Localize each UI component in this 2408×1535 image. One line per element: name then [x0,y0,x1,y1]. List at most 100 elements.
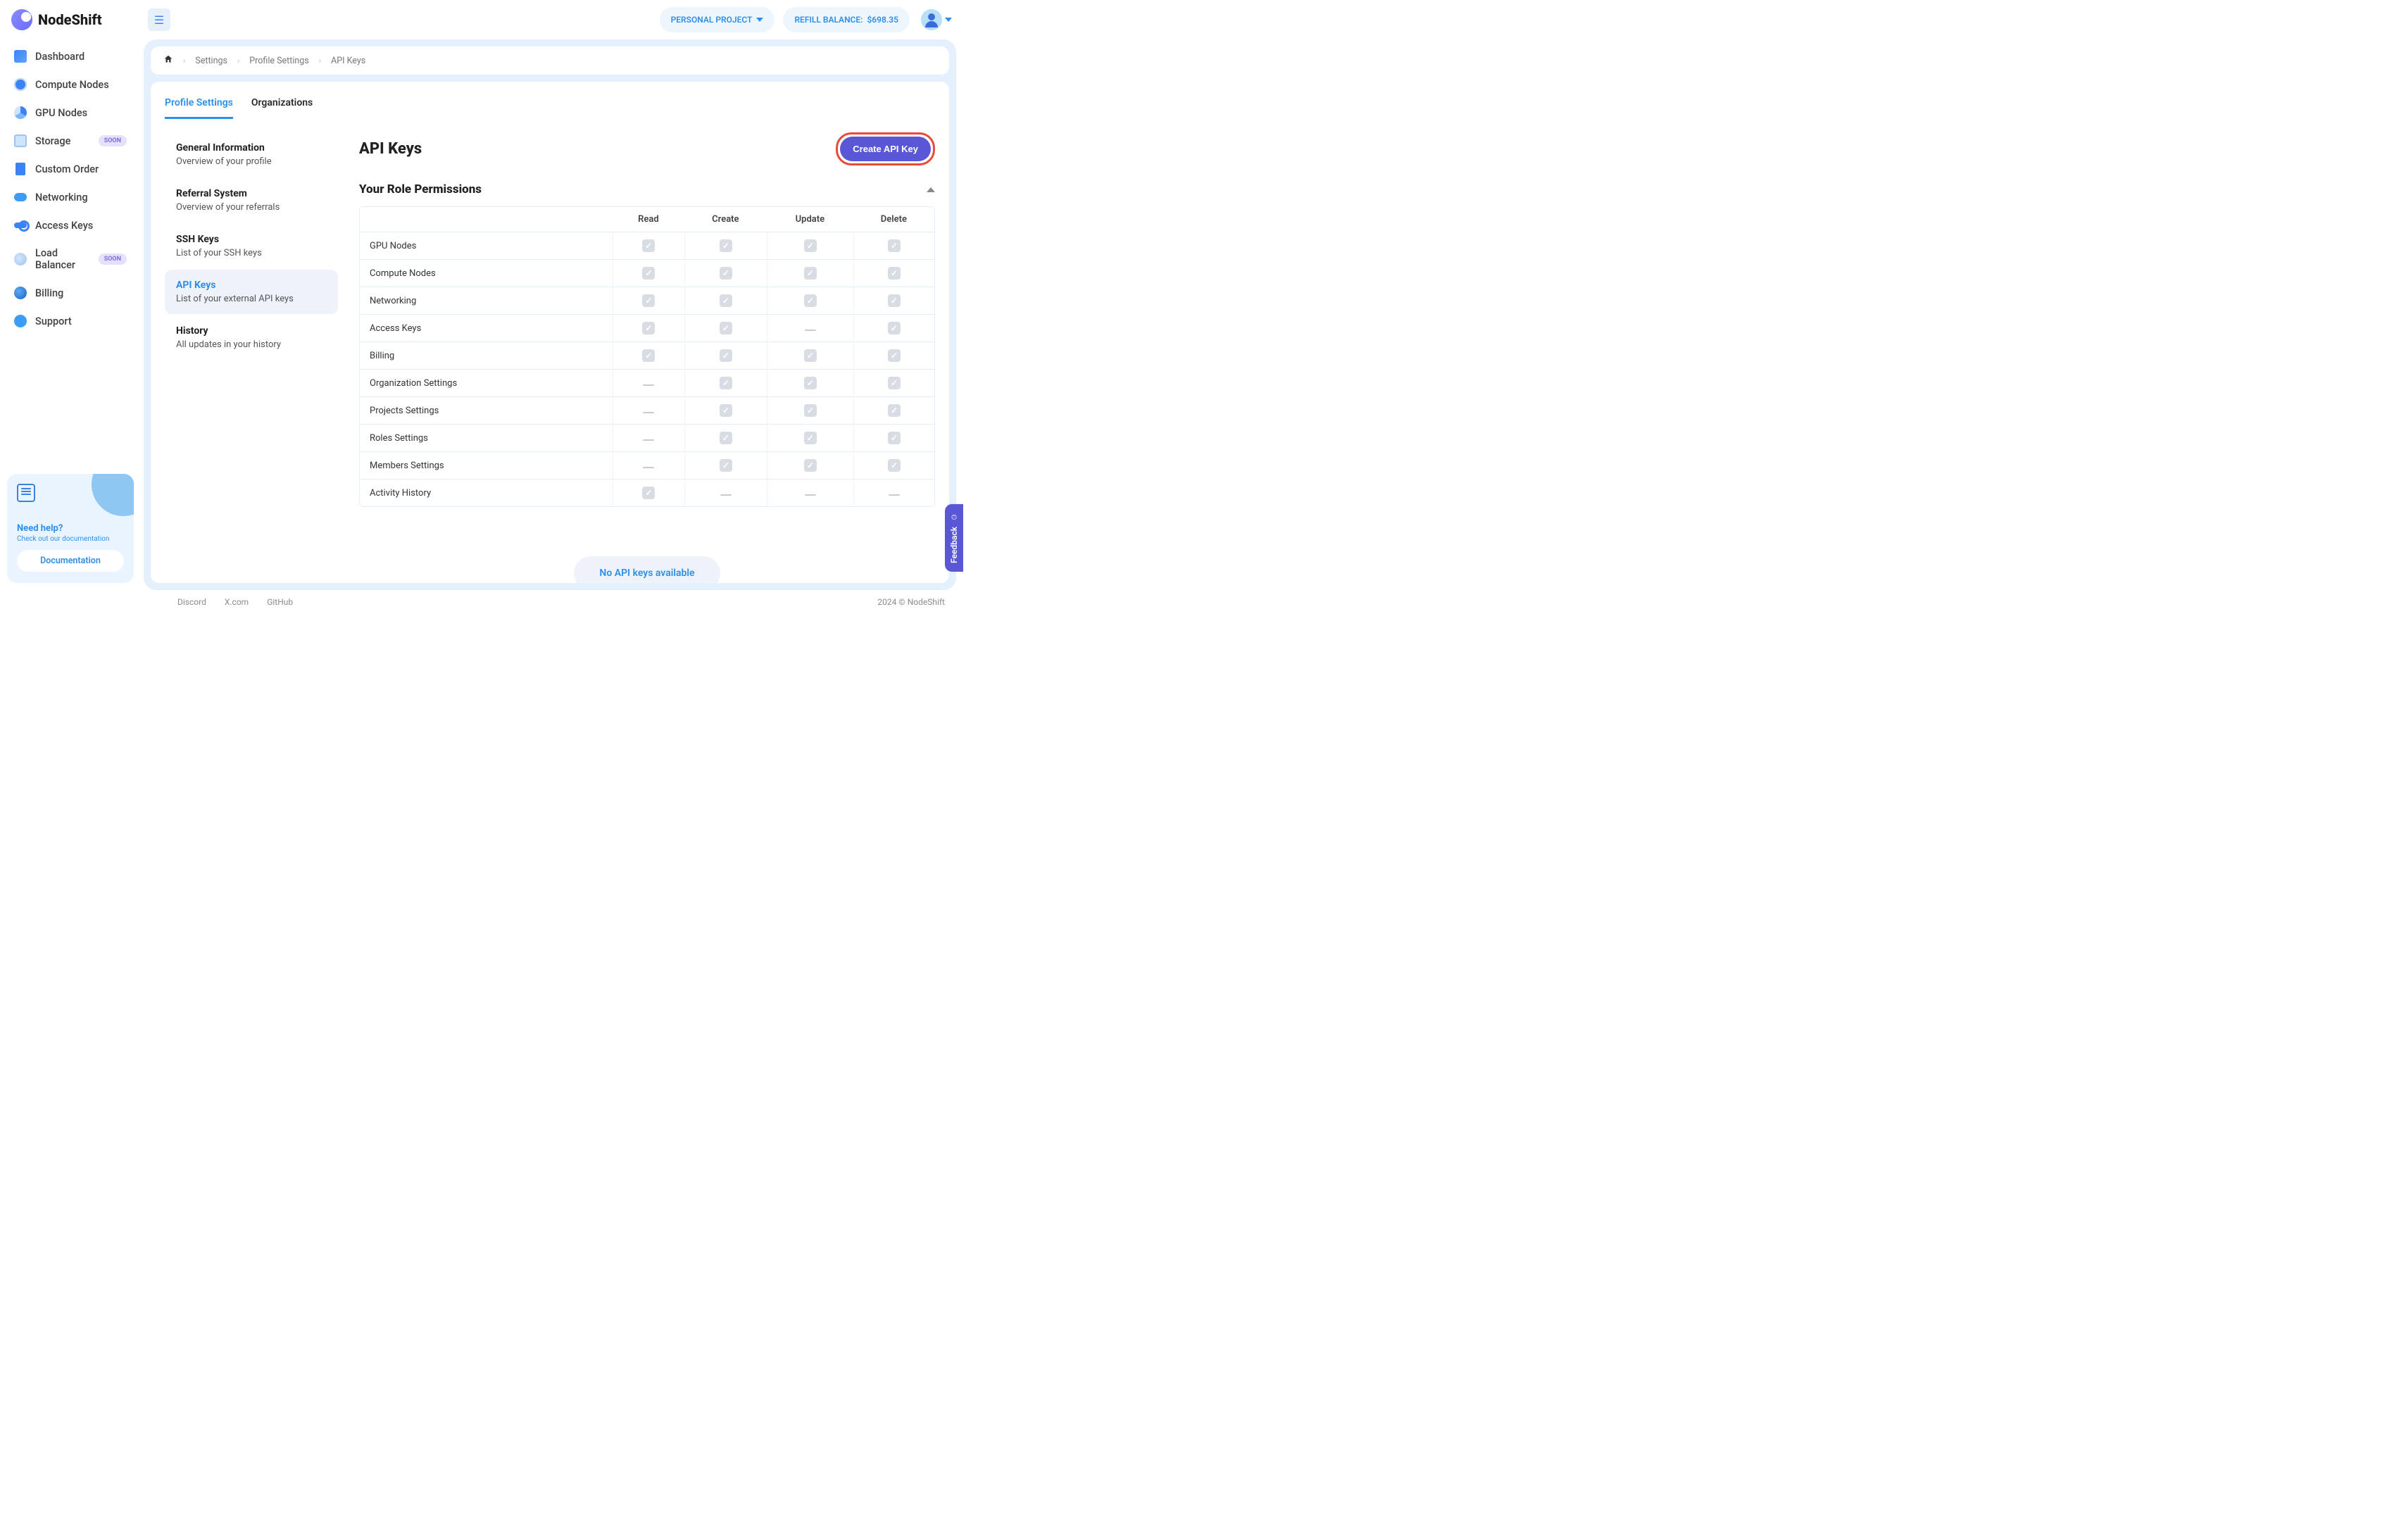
dash-icon [643,384,654,386]
check-icon: ✓ [804,404,817,417]
perm-cell [684,480,767,506]
perm-cell: ✓ [767,232,853,260]
content-card: Profile Settings Organizations General I… [151,82,949,583]
breadcrumb-item[interactable]: Settings [195,56,227,66]
sidebar-item-label: Dashboard [35,51,84,63]
sidebar-toggle-button[interactable]: ☰ [148,8,170,31]
sidebar-item-storage[interactable]: StorageSOON [7,127,134,155]
dash-icon [643,467,654,468]
check-icon: ✓ [804,459,817,472]
check-icon: ✓ [642,487,655,499]
feedback-button[interactable]: Feedback ☺ [945,504,963,572]
sidebar-item-support[interactable]: Support [7,307,134,335]
footer-link-discord[interactable]: Discord [177,597,206,607]
perm-cell: ✓ [767,370,853,397]
settings-main: API Keys Create API Key Your Role Permis… [359,132,935,583]
perm-cell: ✓ [684,397,767,425]
check-icon: ✓ [720,239,732,252]
perm-cell: ✓ [853,260,934,287]
perm-cell: ✓ [613,480,684,506]
check-icon: ✓ [888,294,901,307]
sidebar-item-gpu-nodes[interactable]: GPU Nodes [7,99,134,127]
settings-nav-subtitle: List of your external API keys [176,294,327,304]
brand-name: NodeShift [38,11,102,28]
sidebar-item-access-keys[interactable]: Access Keys [7,211,134,239]
perm-row: Organization Settings✓✓✓ [360,370,934,397]
perm-col-update: Update [767,207,853,232]
dash-icon [643,412,654,413]
perm-row-name: Members Settings [360,452,613,480]
settings-nav-title: Referral System [176,188,327,199]
settings-nav-subtitle: List of your SSH keys [176,248,327,258]
settings-nav-general-information[interactable]: General InformationOverview of your prof… [165,132,338,177]
project-selector[interactable]: PERSONAL PROJECT [660,7,775,32]
perm-cell [613,425,684,452]
sidebar-item-label: Storage [35,135,70,147]
balance-amount: $698.35 [867,15,898,25]
perm-cell: ✓ [767,452,853,480]
perm-cell: ✓ [613,315,684,342]
perm-row: Members Settings ✓ ✓ ✓ [360,452,934,480]
footer: Discord X.com GitHub 2024 © NodeShift [0,590,963,614]
perm-cell: ✓ [684,452,767,480]
sidebar-item-label: Access Keys [35,220,93,232]
sidebar-item-custom-order[interactable]: Custom Order [7,155,134,183]
sidebar-item-label: Billing [35,287,63,299]
settings-nav-subtitle: Overview of your profile [176,156,327,167]
perm-cell: ✓ [684,370,767,397]
check-icon: ✓ [804,294,817,307]
settings-nav-history[interactable]: HistoryAll updates in your history [165,315,338,360]
sidebar-item-compute-nodes[interactable]: Compute Nodes [7,70,134,99]
breadcrumb: › Settings › Profile Settings › API Keys [151,46,949,75]
home-icon[interactable] [163,54,173,67]
check-icon: ✓ [720,322,732,334]
perm-cell: ✓ [767,425,853,452]
breadcrumb-item[interactable]: Profile Settings [249,56,308,66]
user-menu[interactable] [921,9,952,30]
footer-copyright: 2024 © NodeShift [877,597,945,607]
footer-link-xcom[interactable]: X.com [225,597,249,607]
collapse-section-button[interactable] [927,187,935,192]
brand[interactable]: NodeShift [11,9,145,30]
sidebar-item-load-balancer[interactable]: Load BalancerSOON [7,239,134,279]
settings-nav-api-keys[interactable]: API KeysList of your external API keys [165,270,338,314]
perm-row: Activity History ✓ [360,480,934,506]
check-icon: ✓ [720,377,732,389]
compute-nodes-icon [14,78,27,91]
sidebar-item-networking[interactable]: Networking [7,183,134,211]
perm-cell [853,480,934,506]
perm-cell: ✓ [613,342,684,370]
chevron-down-icon [756,18,763,22]
footer-link-github[interactable]: GitHub [267,597,293,607]
check-icon: ✓ [888,377,901,389]
perm-cell [613,397,684,425]
perm-cell: ✓ [853,315,934,342]
perm-cell: ✓ [853,452,934,480]
help-title: Need help? [17,523,124,534]
sidebar-item-billing[interactable]: Billing [7,279,134,307]
refill-balance-button[interactable]: REFILL BALANCE: $698.35 [783,7,910,32]
perm-cell: ✓ [613,232,684,260]
dash-icon [720,494,732,496]
sidebar-item-dashboard[interactable]: Dashboard [7,42,134,70]
breadcrumb-item[interactable]: API Keys [331,56,365,66]
check-icon: ✓ [720,404,732,417]
brand-logo-icon [11,9,32,30]
settings-nav-subtitle: All updates in your history [176,339,327,350]
settings-nav: General InformationOverview of your prof… [165,132,338,583]
check-icon: ✓ [642,294,655,307]
tab-organizations[interactable]: Organizations [251,92,313,119]
settings-nav-referral-system[interactable]: Referral SystemOverview of your referral… [165,178,338,223]
help-card: Need help? Check out our documentation D… [7,474,134,583]
create-api-key-button[interactable]: Create API Key [840,137,931,161]
perm-cell [767,315,853,342]
check-icon: ✓ [804,267,817,280]
settings-nav-ssh-keys[interactable]: SSH KeysList of your SSH keys [165,224,338,268]
perm-col-delete: Delete [853,207,934,232]
access-keys-icon [14,219,27,232]
documentation-button[interactable]: Documentation [17,550,124,572]
perm-row-name: Activity History [360,480,613,506]
perm-row-name: Roles Settings [360,425,613,452]
tab-profile-settings[interactable]: Profile Settings [165,92,233,119]
perm-row-name: Compute Nodes [360,260,613,287]
